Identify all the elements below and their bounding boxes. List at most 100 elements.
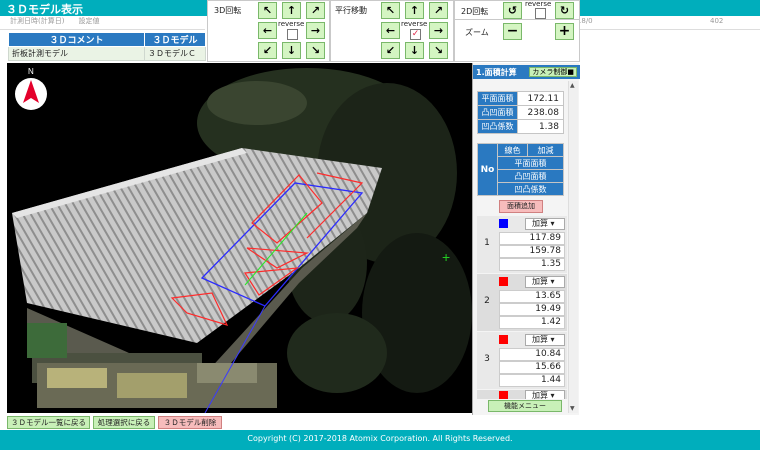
- rotate3d-reverse-label: reverse: [278, 20, 305, 28]
- coef-value: 1.35: [499, 258, 565, 271]
- rotate2d-panel: 2D回転 ↺ reverse ↻: [454, 0, 580, 20]
- app-title: ３Ｄモデル表示: [6, 3, 83, 16]
- rotate3d-reverse-checkbox[interactable]: [287, 29, 298, 40]
- area-list-header: No 線色 加減 平面面積 凸凹面積 凹凸係数: [477, 143, 564, 196]
- add-sub-select[interactable]: 加算 ▾: [525, 218, 565, 230]
- pan-down-right-button[interactable]: ↘: [429, 42, 448, 59]
- area-row: 3 加算 ▾ 10.84 15.66 1.44: [477, 332, 567, 389]
- add-area-button[interactable]: 面積追加: [499, 200, 543, 213]
- rough-area-value: 19.49: [499, 303, 565, 316]
- summary-label: 凸凹面積: [477, 105, 518, 120]
- line-color-swatch[interactable]: [499, 335, 508, 344]
- column-add-sub: 加減: [527, 143, 564, 157]
- rotate3d-label: 3D回転: [214, 6, 242, 15]
- comment-cell[interactable]: 折板計測モデル: [8, 46, 145, 61]
- column-rough-area: 凸凹面積: [497, 169, 564, 183]
- rotate2d-ccw-button[interactable]: ↺: [503, 2, 522, 19]
- area-panel-scrollbar[interactable]: ▲ ▼: [568, 81, 578, 413]
- info-text: 計測日時(計算日) 設定値: [10, 17, 100, 25]
- rotate3d-panel: 3D回転 ↖ ↑ ↗ ← reverse → ↙ ↓ ↘: [207, 0, 330, 62]
- pan-left-button[interactable]: ←: [381, 22, 400, 39]
- point-cloud-render[interactable]: N +: [7, 63, 472, 413]
- summary-label: 平面面積: [477, 91, 518, 106]
- model-header: ３Ｄモデル: [144, 32, 206, 47]
- column-line-color: 線色: [497, 143, 528, 157]
- rotate3d-down-left-button[interactable]: ↙: [258, 42, 277, 59]
- add-sub-value: 加算: [532, 219, 548, 228]
- rough-area-value: 159.78: [499, 245, 565, 258]
- area-panel-header: 1.面積計算 カメラ制御■: [473, 65, 580, 79]
- add-sub-select[interactable]: 加算 ▾: [525, 276, 565, 288]
- back-to-process-button[interactable]: 処理選択に戻る: [93, 416, 155, 429]
- crosshair-icon: +: [442, 249, 450, 265]
- summary-table: 平面面積 172.11 凸凹面積 238.08 凹凸係数 1.38: [477, 91, 564, 134]
- plan-area-value: 10.84: [499, 348, 565, 361]
- comment-table: ３Ｄコメント ３Ｄモデル 折板計測モデル ３ＤモデルＣ: [8, 32, 206, 61]
- pan-reverse-label: reverse: [401, 20, 428, 28]
- coef-value: 1.42: [499, 316, 565, 329]
- rotate2d-reverse-label: reverse: [525, 0, 552, 8]
- app-root: ３Ｄモデル表示 計測日時(計算日) 設定値 2018/0 402 ３Ｄコメント …: [0, 0, 760, 450]
- plan-area-value: 13.65: [499, 290, 565, 303]
- camera-control-button[interactable]: カメラ制御■: [529, 67, 577, 77]
- scroll-up-icon[interactable]: ▲: [570, 82, 575, 89]
- line-color-swatch[interactable]: [499, 391, 508, 399]
- pan-up-button[interactable]: ↑: [405, 2, 424, 19]
- model-viewport[interactable]: N +: [7, 63, 472, 413]
- area-panel-title: 1.面積計算: [476, 68, 517, 77]
- add-sub-value: 加算: [532, 391, 548, 399]
- delete-model-button[interactable]: ３Ｄモデル削除: [158, 416, 222, 429]
- rotate3d-left-button[interactable]: ←: [258, 22, 277, 39]
- rotate2d-label: 2D回転: [461, 7, 489, 16]
- function-menu-button[interactable]: 機能メニュー: [488, 400, 562, 412]
- pan-right-button[interactable]: →: [429, 22, 448, 39]
- rotate3d-right-button[interactable]: →: [306, 22, 325, 39]
- line-color-swatch[interactable]: [499, 277, 508, 286]
- scroll-down-icon[interactable]: ▼: [570, 405, 575, 412]
- add-sub-value: 加算: [532, 277, 548, 286]
- zoom-panel: ズーム − +: [454, 20, 580, 62]
- area-no: 1: [484, 238, 490, 248]
- copyright-text: Copyright (C) 2017-2018 Atomix Corporati…: [247, 434, 513, 443]
- model-cell[interactable]: ３ＤモデルＣ: [144, 46, 206, 61]
- summary-value: 172.11: [517, 91, 564, 106]
- column-coef: 凹凸係数: [497, 182, 564, 196]
- summary-value: 1.38: [517, 119, 564, 134]
- area-no: 3: [484, 354, 490, 364]
- rotate2d-reverse-checkbox[interactable]: [535, 8, 546, 19]
- rotate3d-down-right-button[interactable]: ↘: [306, 42, 325, 59]
- area-row: 1 加算 ▾ 117.89 159.78 1.35: [477, 216, 567, 273]
- column-plan-area: 平面面積: [497, 156, 564, 170]
- pan-up-left-button[interactable]: ↖: [381, 2, 400, 19]
- compass-icon: N: [15, 67, 47, 110]
- compass-north-label: N: [28, 67, 34, 76]
- zoom-in-button[interactable]: +: [555, 23, 574, 40]
- pan-up-right-button[interactable]: ↗: [429, 2, 448, 19]
- zoom-out-button[interactable]: −: [503, 23, 522, 40]
- coef-value: 1.44: [499, 374, 565, 387]
- rotate3d-down-button[interactable]: ↓: [282, 42, 301, 59]
- pan-panel: 平行移動 ↖ ↑ ↗ ← reverse ✓ → ↙ ↓ ↘: [330, 0, 454, 62]
- pan-reverse-checkbox[interactable]: ✓: [410, 29, 421, 40]
- rotate2d-cw-button[interactable]: ↻: [555, 2, 574, 19]
- rough-area-value: 15.66: [499, 361, 565, 374]
- summary-label: 凹凸係数: [477, 119, 518, 134]
- info-strip: 計測日時(計算日) 設定値: [0, 16, 205, 30]
- footer: Copyright (C) 2017-2018 Atomix Corporati…: [0, 430, 760, 450]
- rotate3d-up-left-button[interactable]: ↖: [258, 2, 277, 19]
- add-sub-select[interactable]: 加算 ▾: [525, 334, 565, 346]
- pan-down-left-button[interactable]: ↙: [381, 42, 400, 59]
- info-right: 2018/0 402: [560, 16, 760, 30]
- rotate3d-up-button[interactable]: ↑: [282, 2, 301, 19]
- rotate3d-up-right-button[interactable]: ↗: [306, 2, 325, 19]
- summary-value: 238.08: [517, 105, 564, 120]
- column-no: No: [477, 143, 498, 196]
- pan-label: 平行移動: [335, 6, 367, 15]
- area-no: 2: [484, 296, 490, 306]
- back-to-list-button[interactable]: ３Ｄモデル一覧に戻る: [7, 416, 90, 429]
- line-color-swatch[interactable]: [499, 219, 508, 228]
- add-sub-value: 加算: [532, 335, 548, 344]
- pan-down-button[interactable]: ↓: [405, 42, 424, 59]
- zoom-label: ズーム: [465, 28, 489, 37]
- add-sub-select[interactable]: 加算 ▾: [525, 390, 565, 399]
